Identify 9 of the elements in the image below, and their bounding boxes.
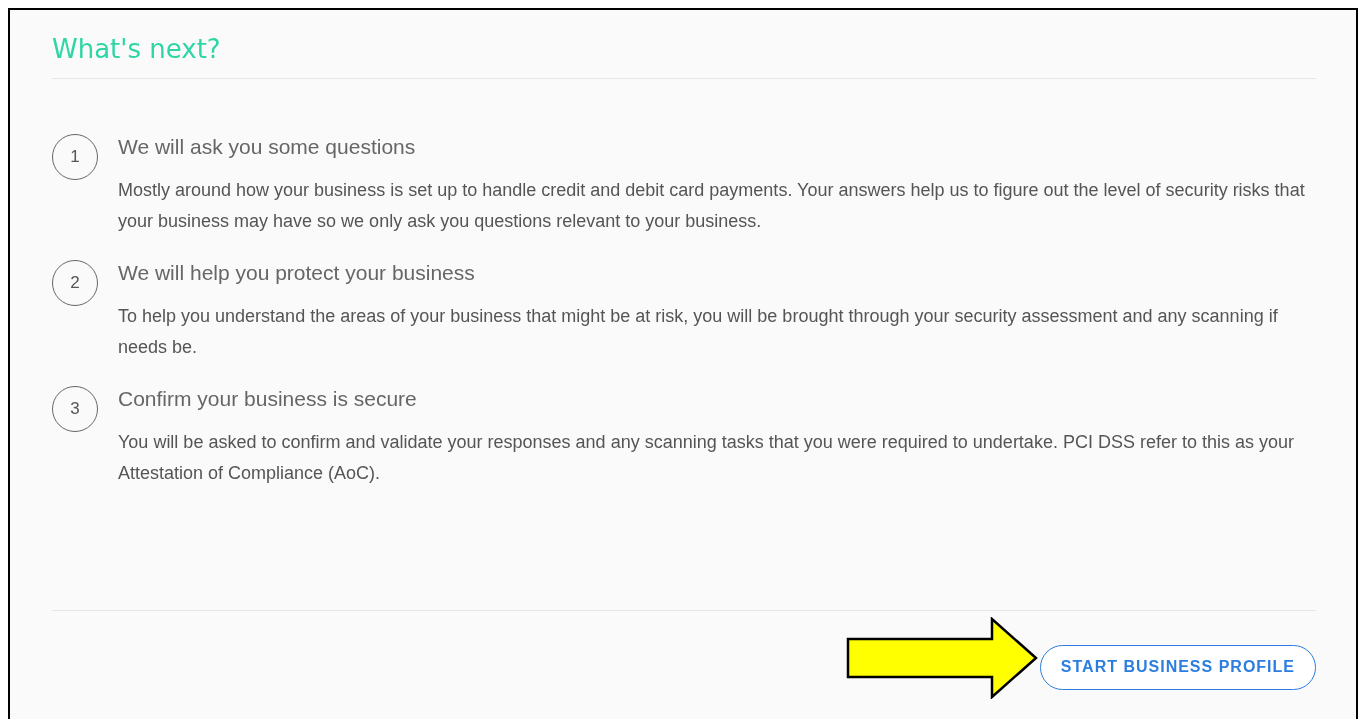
step-description: You will be asked to confirm and validate your responses and any scanning tasks that you were required to undertake. PCI DSS refer to this as your Attestation of Compliance (AoC). <box>118 431 1295 485</box>
step-heading: We will ask you some questions <box>118 134 417 160</box>
step-heading: Confirm your business is secure <box>118 386 418 412</box>
arrow-icon <box>845 617 1038 699</box>
step-description: To help you understand the areas of your business that might be at risk, you will be brought through your security assessment and any scanning if needs be. <box>118 305 1279 359</box>
step-description: Mostly around how your business is set up to handle credit and debit card payments. Your answers help us to figure out the level of security risks that your business may have so we only ask you questions relevant to your business. <box>118 179 1306 233</box>
section-title: What's next? <box>52 33 222 66</box>
start-business-profile-button[interactable]: START BUSINESS PROFILE <box>1039 644 1316 690</box>
step-heading: We will help you protect your business <box>118 260 476 286</box>
